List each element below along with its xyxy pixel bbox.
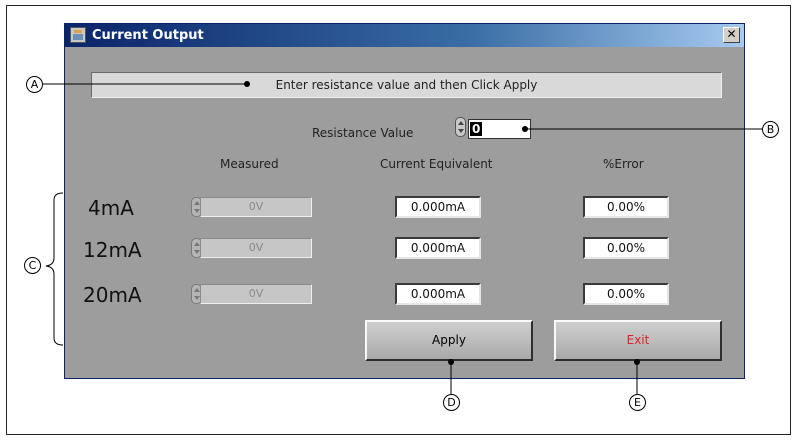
callout-b: B — [762, 121, 779, 138]
callout-c: C — [24, 257, 41, 274]
callout-lines — [43, 81, 762, 394]
callout-a: A — [26, 76, 43, 93]
callout-e: E — [629, 394, 646, 411]
callout-d: D — [443, 394, 460, 411]
